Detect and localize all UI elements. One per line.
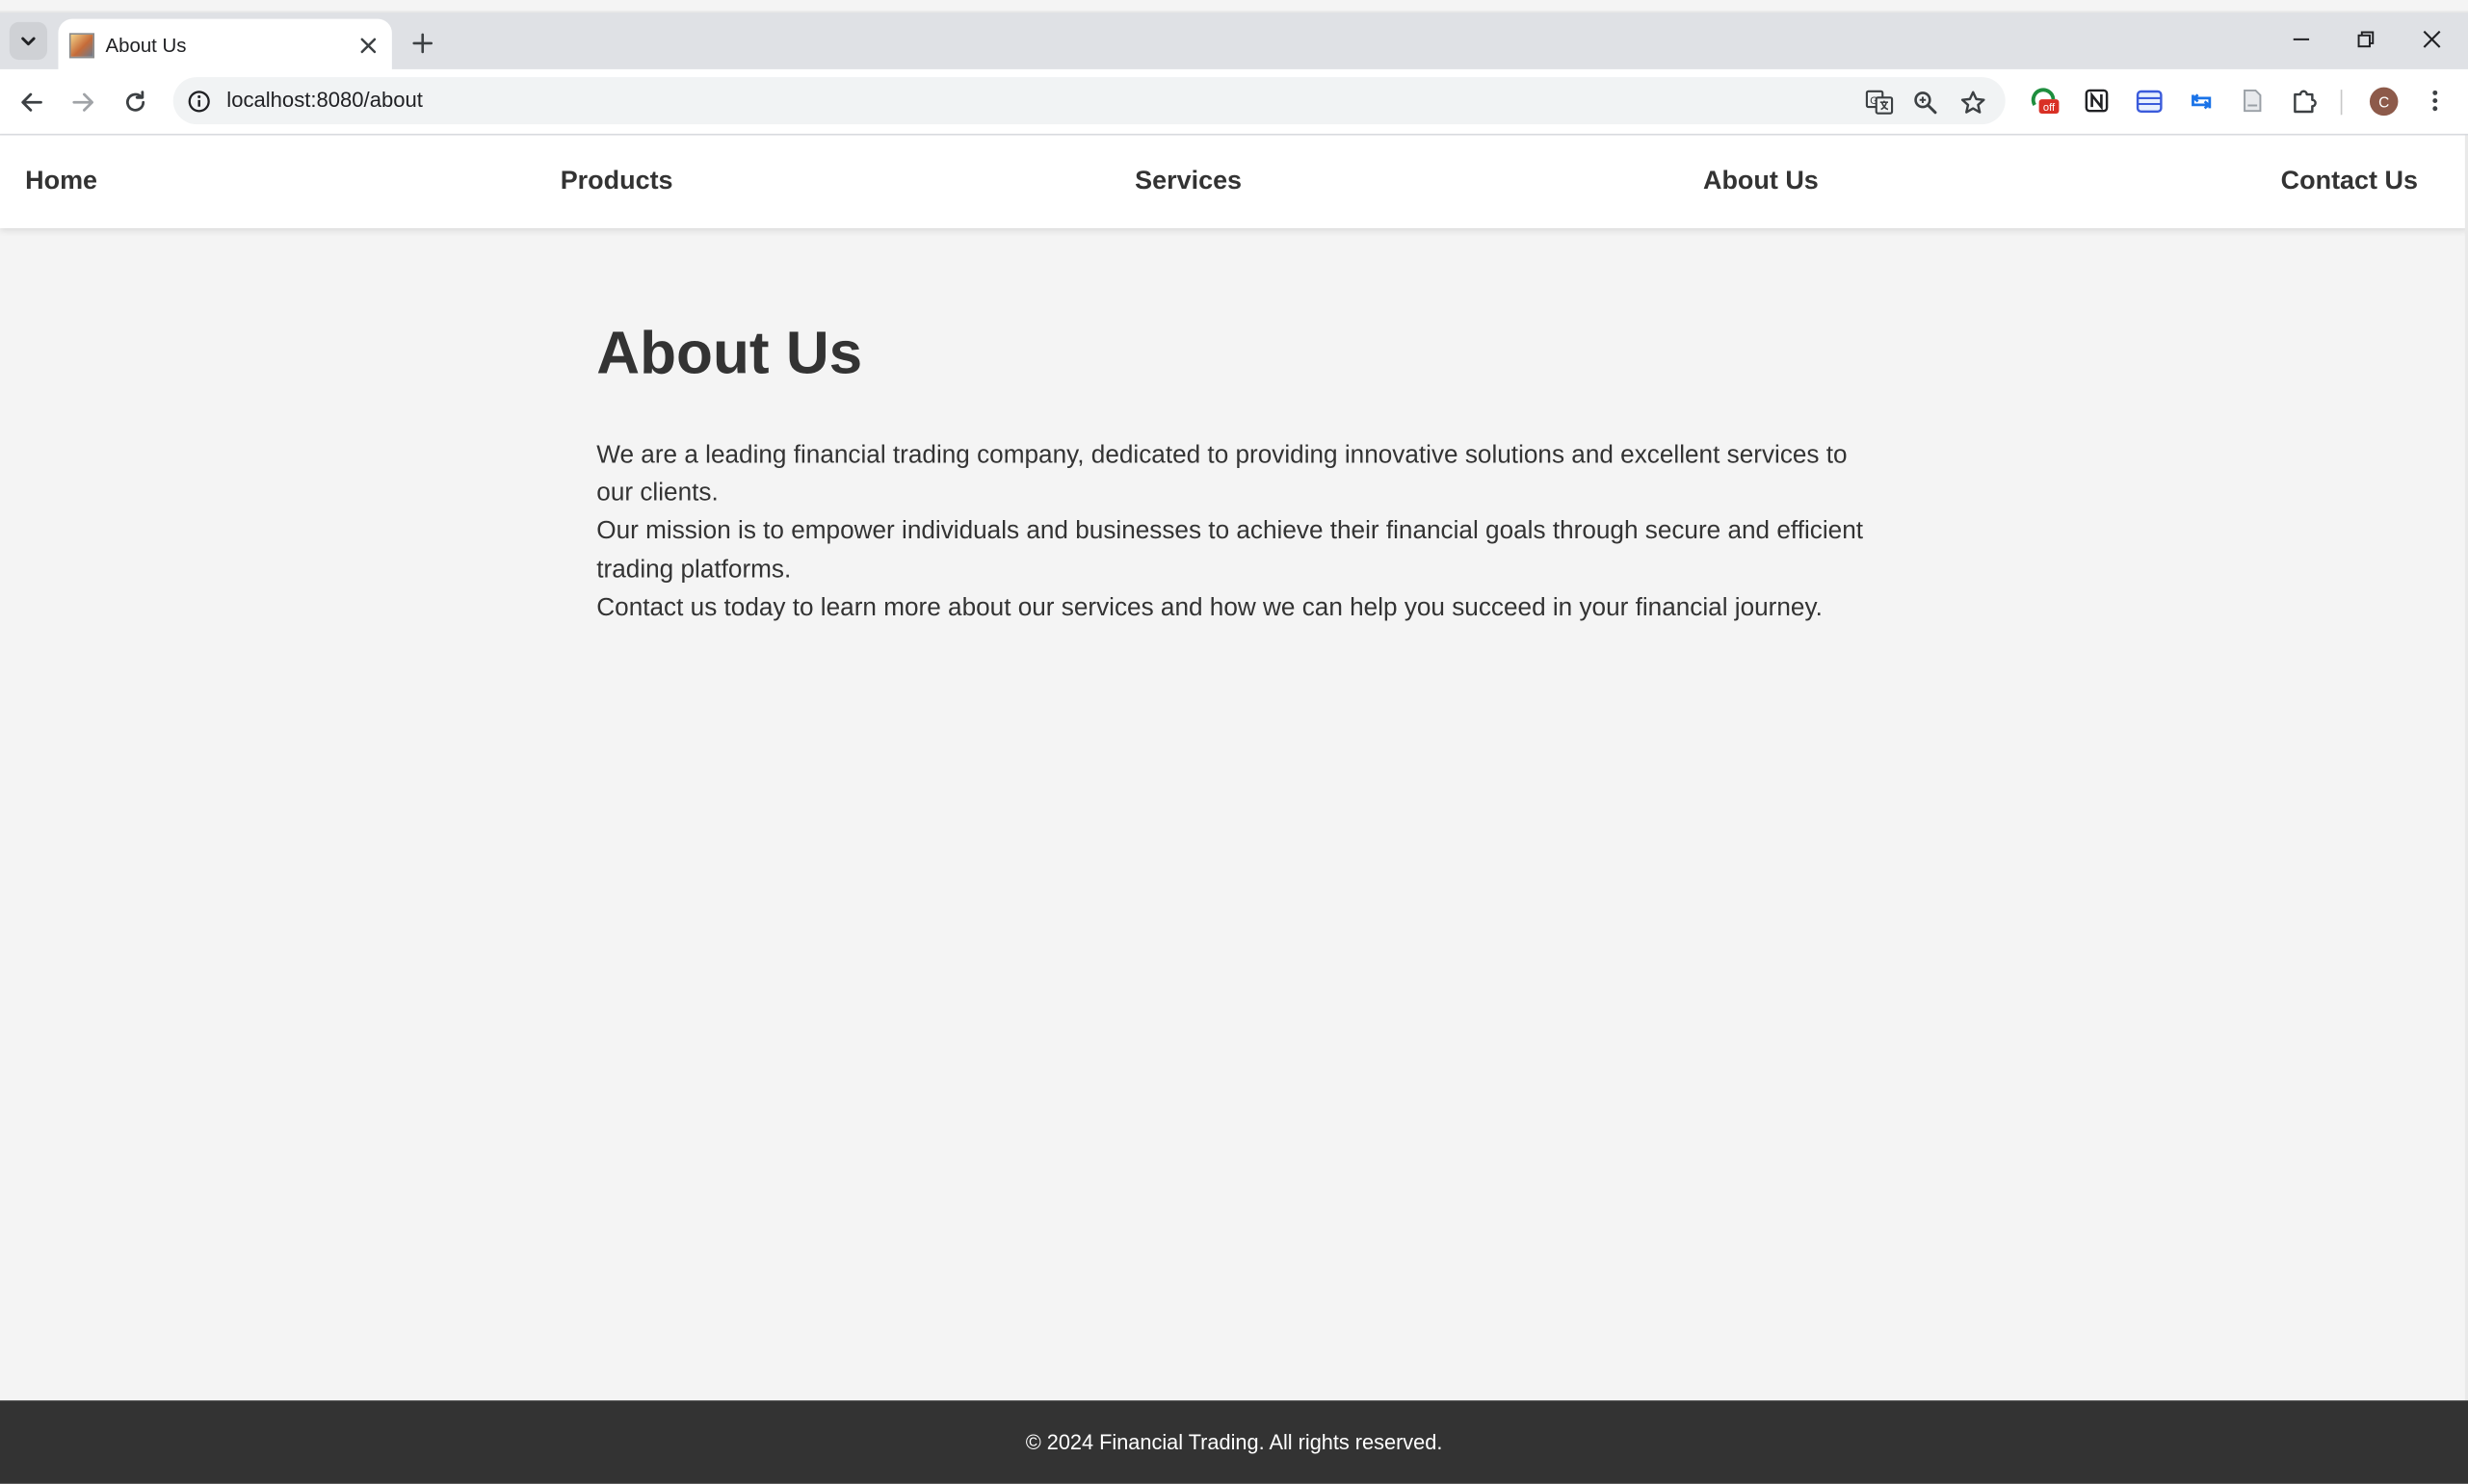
restore-icon bbox=[2357, 31, 2375, 48]
puzzle-icon bbox=[2294, 90, 2317, 114]
extensions-menu-button[interactable] bbox=[2289, 85, 2321, 117]
extension-badge-icon: off bbox=[2031, 88, 2060, 114]
chevron-down-icon bbox=[21, 37, 36, 46]
tab-title: About Us bbox=[105, 34, 187, 57]
translate-button[interactable]: G bbox=[1864, 87, 1896, 118]
tab-close-button[interactable] bbox=[353, 29, 384, 61]
zoom-icon bbox=[1914, 91, 1937, 115]
site-footer: © 2024 Financial Trading. All rights res… bbox=[0, 1400, 2468, 1484]
footer-copyright: © 2024 Financial Trading. All rights res… bbox=[1025, 1430, 1443, 1454]
restore-button[interactable] bbox=[2344, 20, 2388, 58]
bookmark-star-button[interactable] bbox=[1956, 87, 1988, 118]
close-window-button[interactable] bbox=[2410, 20, 2455, 58]
browser-window: About Us localhost:8080/about G off C Ho… bbox=[0, 0, 2468, 1484]
extension-sync-button[interactable] bbox=[2185, 85, 2217, 117]
notion-icon bbox=[2085, 89, 2109, 113]
close-icon bbox=[360, 37, 377, 53]
document-icon bbox=[2244, 89, 2262, 113]
extension-adblock-button[interactable]: off bbox=[2029, 85, 2061, 117]
sync-arrows-icon bbox=[2191, 92, 2211, 109]
arrow-left-icon bbox=[21, 92, 42, 112]
star-icon bbox=[1960, 90, 1984, 113]
translate-icon: G bbox=[1865, 90, 1894, 115]
window-icon bbox=[2136, 89, 2162, 113]
nav-link-contact-us[interactable]: Contact Us bbox=[2281, 167, 2418, 196]
plus-icon bbox=[411, 32, 433, 53]
page-title: About Us bbox=[596, 321, 863, 387]
arrow-right-icon bbox=[72, 92, 93, 112]
zoom-button[interactable] bbox=[1909, 87, 1941, 118]
toolbar-divider bbox=[2340, 90, 2343, 116]
more-vertical-icon bbox=[2432, 90, 2438, 112]
site-navbar: Home Products Services About Us Contact … bbox=[0, 135, 2468, 228]
site-info-button[interactable] bbox=[184, 87, 212, 115]
new-tab-button[interactable] bbox=[405, 25, 439, 60]
avatar: C bbox=[2369, 86, 2398, 116]
reload-button[interactable] bbox=[115, 82, 155, 122]
tab-search-button[interactable] bbox=[9, 21, 48, 61]
about-text: We are a leading financial trading compa… bbox=[596, 437, 1887, 628]
nav-link-home[interactable]: Home bbox=[25, 167, 97, 196]
about-paragraph-2: Our mission is to empower individuals an… bbox=[596, 518, 1863, 584]
minimize-button[interactable] bbox=[2279, 20, 2324, 58]
about-paragraph-3: Contact us today to learn more about our… bbox=[596, 594, 1823, 622]
browser-menu-button[interactable] bbox=[2419, 85, 2451, 117]
tab-strip: About Us bbox=[0, 11, 2468, 71]
extension-notion-button[interactable] bbox=[2081, 85, 2113, 117]
address-bar[interactable]: localhost:8080/about G bbox=[172, 77, 2006, 125]
extension-document-button[interactable] bbox=[2237, 85, 2269, 117]
profile-button[interactable]: C bbox=[2368, 85, 2400, 117]
forward-button[interactable] bbox=[63, 82, 103, 122]
url-text[interactable]: localhost:8080/about bbox=[226, 89, 423, 113]
extension-sidepanel-button[interactable] bbox=[2133, 85, 2165, 117]
browser-tab-active[interactable]: About Us bbox=[58, 18, 392, 71]
avatar-initial: C bbox=[2377, 94, 2388, 111]
nav-link-products[interactable]: Products bbox=[561, 167, 673, 196]
info-icon bbox=[187, 90, 209, 112]
about-paragraph-1: We are a leading financial trading compa… bbox=[596, 442, 1848, 508]
back-button[interactable] bbox=[11, 82, 51, 122]
favicon-icon bbox=[68, 32, 95, 58]
close-icon bbox=[2423, 30, 2441, 48]
reload-icon bbox=[125, 91, 145, 112]
main-content: About Us We are a leading financial trad… bbox=[596, 315, 1887, 628]
minimize-icon bbox=[2293, 38, 2310, 40]
nav-link-about-us[interactable]: About Us bbox=[1703, 167, 1819, 196]
browser-toolbar: localhost:8080/about G off C bbox=[0, 68, 2468, 136]
extension-badge-text: off bbox=[2043, 102, 2056, 114]
nav-link-services[interactable]: Services bbox=[1135, 167, 1242, 196]
